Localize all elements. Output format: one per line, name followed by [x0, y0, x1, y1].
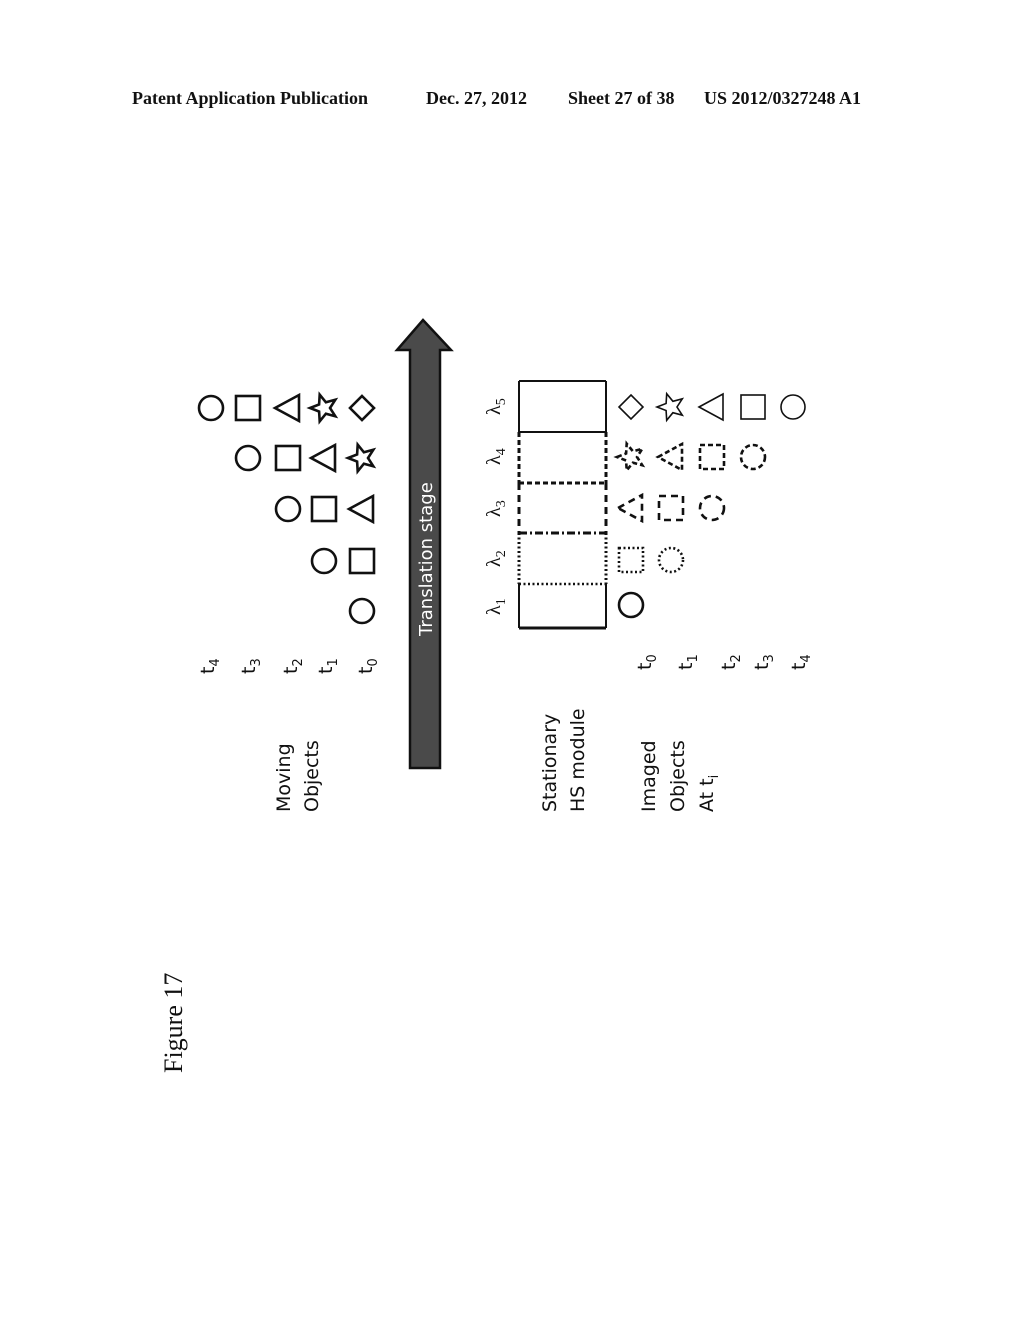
band-label-sub: 3 [494, 500, 509, 507]
star-icon [613, 440, 646, 474]
moving-time-label: t3 [238, 658, 264, 674]
band-label-base: λ [483, 405, 505, 415]
star-icon [306, 391, 339, 425]
translation-stage-arrow: Translation stage [394, 318, 454, 770]
triangle-icon [308, 442, 337, 474]
band-label-base: λ [483, 605, 505, 615]
moving-time-label-sub: 1 [326, 658, 341, 666]
band-label-base: λ [483, 455, 505, 465]
imaged-time-label: t4 [788, 654, 814, 670]
hs-band [518, 584, 607, 630]
figure-label: Figure 17 [159, 973, 188, 1073]
moving-time-label-base: t [315, 667, 337, 674]
at-ti-base: At t [696, 778, 718, 812]
band-label-sub: 2 [494, 550, 509, 557]
hs-band [518, 380, 607, 433]
circle-icon [739, 443, 767, 471]
diamond-icon [617, 393, 645, 421]
moving-objects-shapes [197, 391, 377, 625]
circle-icon [234, 444, 262, 472]
circle-icon [274, 495, 302, 523]
circle-icon [698, 494, 726, 522]
imaged-objects-title-line1: Imaged [638, 740, 660, 812]
moving-time-label-sub: 4 [208, 658, 223, 666]
imaged-objects-time-labels: t0t1t2t3t4 [634, 654, 814, 670]
hs-band [517, 432, 608, 485]
imaged-time-label: t3 [751, 654, 777, 670]
hs-module-title-line2: HS module [567, 708, 589, 812]
imaged-objects-shapes [613, 391, 806, 619]
band-label: λ1 [483, 598, 509, 615]
moving-objects-title-line1: Moving [273, 743, 295, 812]
square-icon [234, 394, 262, 422]
star-icon [344, 441, 377, 475]
hs-band [517, 483, 608, 533]
imaged-time-label: t2 [718, 654, 744, 670]
band-label: λ3 [483, 500, 509, 517]
band-label: λ4 [483, 448, 509, 465]
circle-icon [780, 394, 806, 420]
moving-time-label: t0 [355, 658, 381, 674]
square-icon [657, 494, 685, 522]
hs-module-title-line1: Stationary [539, 714, 561, 812]
triangle-icon [346, 493, 375, 525]
imaged-time-label-base: t [751, 663, 773, 670]
circle-icon [310, 547, 338, 575]
triangle-icon [615, 492, 644, 524]
moving-time-label-base: t [197, 667, 219, 674]
imaged-time-label-sub: 1 [686, 654, 701, 662]
imaged-time-label-base: t [634, 663, 656, 670]
triangle-icon [272, 392, 301, 424]
square-icon [617, 546, 645, 574]
imaged-time-label-base: t [718, 663, 740, 670]
hs-module [517, 380, 608, 630]
imaged-time-label-sub: 4 [799, 654, 814, 662]
band-label-base: λ [483, 557, 505, 567]
square-icon [740, 394, 766, 420]
triangle-icon [655, 441, 684, 473]
imaged-time-label: t1 [675, 654, 701, 670]
diamond-icon [348, 394, 376, 422]
moving-time-label-sub: 3 [249, 658, 264, 666]
imaged-objects-title-line2: Objects [667, 740, 689, 812]
hs-band [517, 531, 608, 586]
band-label-base: λ [483, 507, 505, 517]
moving-time-label: t4 [197, 658, 223, 674]
circle-icon [348, 597, 376, 625]
imaged-time-label-base: t [788, 663, 810, 670]
band-label-sub: 5 [494, 398, 509, 405]
imaged-time-label-sub: 2 [729, 654, 744, 662]
moving-time-label: t1 [315, 658, 341, 674]
at-ti-sub: i [707, 775, 722, 779]
moving-time-label-base: t [238, 667, 260, 674]
star-icon [654, 391, 685, 423]
arrow-label: Translation stage [416, 482, 437, 637]
triangle-icon [697, 392, 724, 422]
imaged-time-label-sub: 0 [645, 654, 660, 662]
circle-icon [657, 546, 685, 574]
imaged-objects-title-line3: At ti [696, 775, 722, 812]
square-icon [274, 444, 302, 472]
band-label: λ2 [483, 550, 509, 567]
band-label-sub: 4 [494, 448, 509, 455]
square-icon [698, 443, 726, 471]
figure-17-diagram: Figure 17 t4t3t2t1t0 Moving Objects Tran… [159, 318, 814, 1073]
moving-time-label-sub: 0 [366, 658, 381, 666]
circle-icon [617, 591, 645, 619]
moving-objects-title-line2: Objects [301, 740, 323, 812]
circle-icon [197, 394, 225, 422]
moving-time-label-base: t [280, 667, 302, 674]
moving-time-label: t2 [280, 658, 306, 674]
hs-module-band-labels: λ5λ4λ3λ2λ1 [483, 398, 509, 615]
imaged-time-label-base: t [675, 663, 697, 670]
band-label: λ5 [483, 398, 509, 415]
moving-objects-time-labels: t4t3t2t1t0 [197, 658, 381, 674]
moving-time-label-sub: 2 [291, 658, 306, 666]
square-icon [310, 495, 338, 523]
band-label-sub: 1 [494, 598, 509, 605]
imaged-time-label: t0 [634, 654, 660, 670]
imaged-time-label-sub: 3 [762, 654, 777, 662]
moving-time-label-base: t [355, 667, 377, 674]
square-icon [348, 547, 376, 575]
